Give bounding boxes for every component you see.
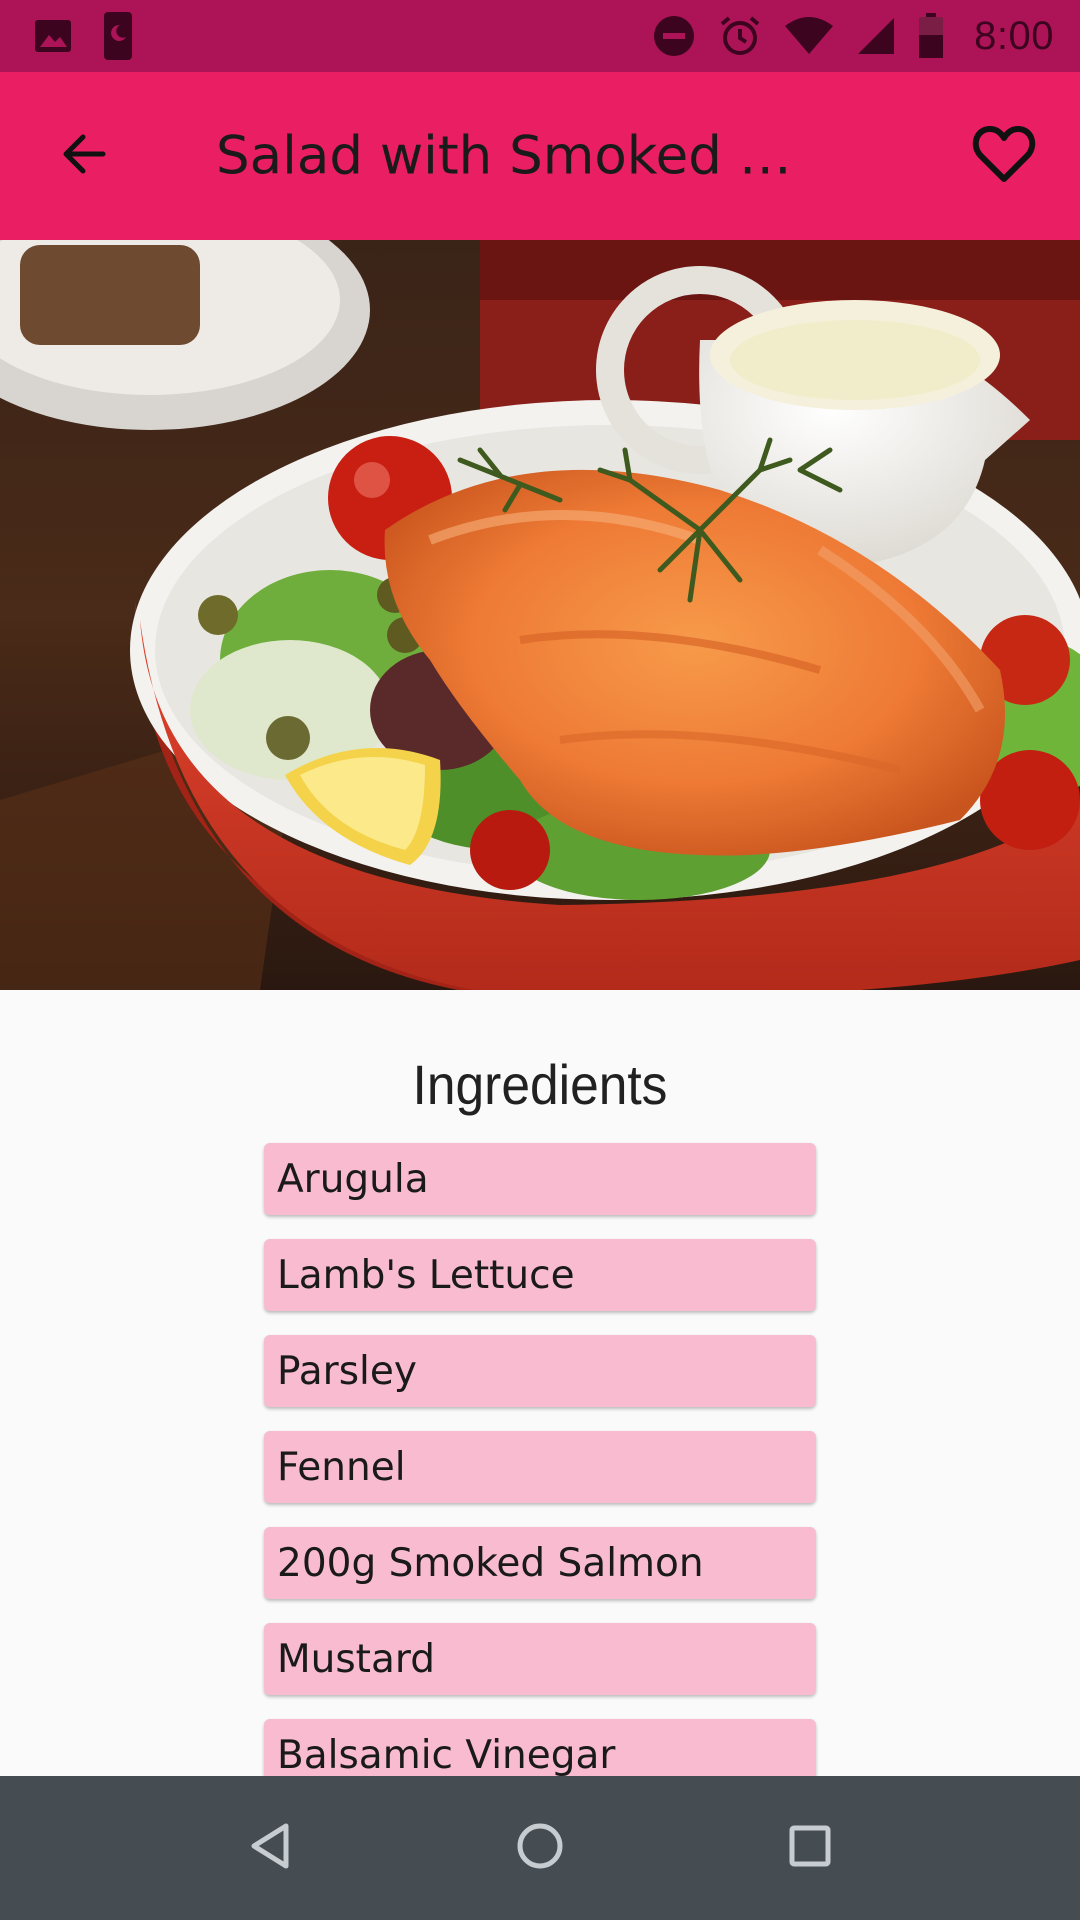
- ingredient-item[interactable]: Arugula: [264, 1143, 816, 1215]
- nav-back-button[interactable]: [222, 1800, 318, 1896]
- alarm-icon: [718, 14, 762, 58]
- ingredients-section: Ingredients Arugula Lamb's Lettuce Parsl…: [0, 990, 1080, 1778]
- phone-moon-icon: [103, 11, 133, 61]
- salmon-salad-photo: [0, 240, 1080, 990]
- ingredient-item[interactable]: Balsamic Vinegar: [264, 1719, 816, 1778]
- system-nav-bar: [0, 1776, 1080, 1920]
- signal-icon: [856, 16, 896, 56]
- ingredients-heading: Ingredients: [412, 1053, 668, 1116]
- battery-icon: [918, 13, 944, 59]
- back-button[interactable]: [48, 120, 120, 192]
- arrow-back-icon: [59, 129, 109, 183]
- recipe-photo: [0, 240, 1080, 990]
- ingredient-item[interactable]: Parsley: [264, 1335, 816, 1407]
- app-bar: Salad with Smoked …: [0, 72, 1080, 240]
- status-time: 8:00: [974, 13, 1054, 58]
- wifi-icon: [784, 16, 834, 56]
- ingredient-list: Arugula Lamb's Lettuce Parsley Fennel 20…: [264, 1143, 816, 1778]
- home-circle-icon: [516, 1822, 564, 1874]
- ingredient-item[interactable]: Lamb's Lettuce: [264, 1239, 816, 1311]
- status-bar: 8:00: [0, 0, 1080, 72]
- ingredient-item[interactable]: Fennel: [264, 1431, 816, 1503]
- page-title: Salad with Smoked …: [216, 125, 792, 187]
- nav-home-button[interactable]: [492, 1800, 588, 1896]
- status-right-icons: 8:00: [652, 13, 1054, 59]
- nav-recents-button[interactable]: [762, 1800, 858, 1896]
- heart-outline-icon: [972, 125, 1036, 187]
- ingredient-item[interactable]: 200g Smoked Salmon: [264, 1527, 816, 1599]
- ingredient-item[interactable]: Mustard: [264, 1623, 816, 1695]
- recents-square-icon: [788, 1824, 832, 1872]
- do-not-disturb-icon: [652, 14, 696, 58]
- status-left-icons: [33, 11, 133, 61]
- back-triangle-icon: [248, 1822, 292, 1874]
- favorite-button[interactable]: [964, 116, 1044, 196]
- image-icon: [33, 16, 73, 56]
